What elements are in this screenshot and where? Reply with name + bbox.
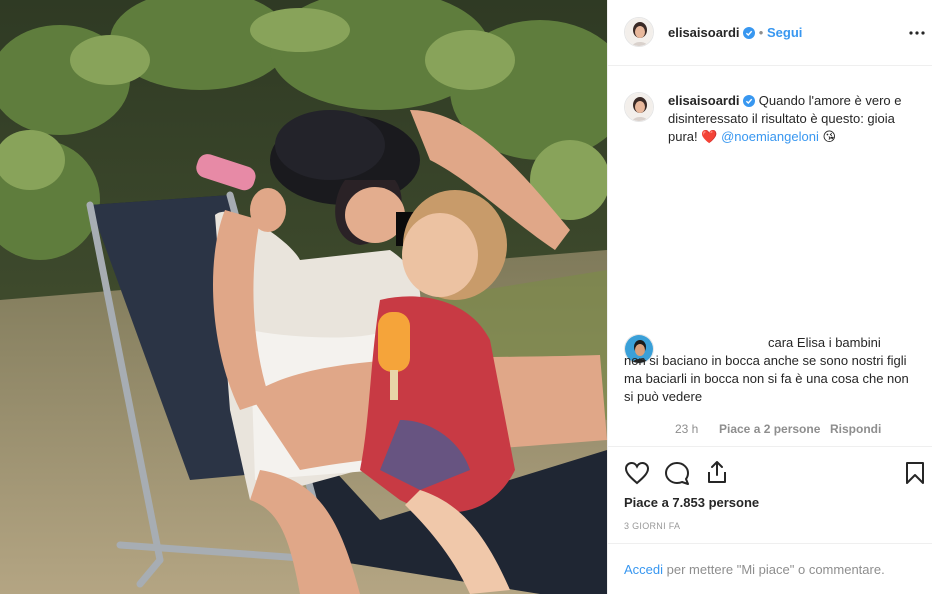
likes-count[interactable]: Piace a 7.853 persone	[624, 495, 759, 510]
post-side-panel: elisaisoardi • Segui elisaisoardi Quando…	[607, 0, 932, 594]
comment-text: non si baciano in bocca anche se sono no…	[624, 353, 909, 404]
comment-body: cara Elisa i bambini non si baciano in b…	[624, 334, 920, 406]
post-photo[interactable]	[0, 0, 607, 594]
avatar-image	[625, 18, 653, 46]
post-date[interactable]: 3 GIORNI FA	[624, 521, 680, 531]
avatar-image	[625, 93, 653, 121]
actions-section: Piace a 7.853 persone 3 GIORNI FA Accedi…	[608, 446, 932, 595]
post-username[interactable]: elisaisoardi	[668, 25, 740, 40]
comment-time[interactable]: 23 h	[675, 422, 698, 436]
heart-emoji: ❤️	[701, 129, 718, 144]
caption-avatar[interactable]	[624, 92, 654, 122]
login-link[interactable]: Accedi	[624, 562, 663, 577]
caption-username[interactable]: elisaisoardi	[668, 93, 740, 108]
avatar[interactable]	[624, 17, 654, 47]
more-dots-icon[interactable]	[908, 26, 926, 44]
comment-likes[interactable]: Piace a 2 persone	[719, 422, 820, 436]
dot-separator: •	[758, 25, 764, 40]
post-image	[0, 0, 607, 594]
caption: elisaisoardi Quando l'amore è vero e dis…	[668, 92, 916, 146]
reply-button[interactable]: Rispondi	[830, 422, 881, 436]
verified-badge-icon	[743, 94, 756, 107]
mention-link[interactable]: @noemiangeloni	[721, 129, 819, 144]
login-prompt: Accedi per mettere "Mi piace" o commenta…	[608, 543, 932, 595]
comment-icon[interactable]	[664, 461, 690, 490]
verified-badge-icon	[743, 27, 756, 39]
comment-first-line: cara Elisa i bambini	[768, 335, 881, 350]
follow-button[interactable]: Segui	[767, 25, 802, 40]
kiss-emoji: 😘	[822, 129, 837, 144]
bookmark-icon[interactable]	[904, 461, 926, 490]
share-icon[interactable]	[704, 459, 730, 490]
heart-icon[interactable]	[624, 461, 650, 490]
login-prompt-text: per mettere "Mi piace" o commentare.	[666, 562, 885, 577]
post-header: elisaisoardi • Segui	[608, 0, 932, 66]
